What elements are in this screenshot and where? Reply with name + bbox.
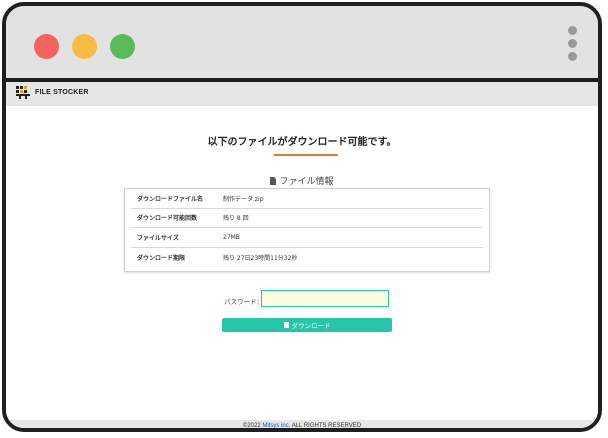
password-label: パスワード： [224, 298, 263, 306]
site-footer: ©2022 Mitsys inc. ALL RIGHTS RESERVED [6, 420, 598, 429]
browser-window: FILE STOCKER 以下のファイルがダウンロード可能です。 ファイル情報 … [2, 2, 602, 432]
kebab-menu-icon[interactable] [568, 26, 578, 64]
minimize-window-button[interactable] [72, 34, 97, 59]
copyright-suffix: ALL RIGHTS RESERVED [290, 423, 362, 429]
section-title: ファイル情報 [6, 174, 598, 187]
info-label: ファイルサイズ [137, 234, 179, 242]
page-title: 以下のファイルがダウンロード可能です。 [207, 137, 397, 148]
file-stocker-logo-icon [16, 86, 30, 99]
maximize-window-button[interactable] [110, 34, 135, 59]
info-row-deadline: ダウンロード期限 残り 27日23時間11分32秒 [131, 248, 483, 268]
info-value: 27MB [223, 233, 240, 241]
info-value: 残り 8 回 [223, 215, 249, 223]
password-input[interactable] [261, 290, 389, 307]
logo-text: FILE STOCKER [35, 89, 89, 96]
site-header: FILE STOCKER [6, 82, 598, 106]
info-label: ダウンロードファイル名 [137, 195, 204, 203]
company-link[interactable]: Mitsys inc. [262, 423, 290, 428]
info-value: 残り 27日23時間11分32秒 [223, 254, 298, 262]
file-info-table: ダウンロードファイル名 制作データ.zip ダウンロード可能回数 残り 8 回 … [124, 188, 490, 272]
download-button[interactable]: ダウンロード [222, 318, 392, 332]
page-viewport: FILE STOCKER 以下のファイルがダウンロード可能です。 ファイル情報 … [6, 82, 598, 429]
copyright-prefix: ©2022 [242, 423, 263, 429]
close-window-button[interactable] [34, 34, 59, 59]
download-button-label: ダウンロード [291, 322, 331, 330]
info-row-filename: ダウンロードファイル名 制作データ.zip [131, 189, 483, 209]
info-label: ダウンロード可能回数 [137, 215, 198, 223]
title-underline [274, 154, 338, 156]
info-row-remaining-count: ダウンロード可能回数 残り 8 回 [131, 209, 483, 228]
info-value: 制作データ.zip [223, 195, 264, 203]
browser-chrome [6, 6, 598, 82]
document-icon [270, 177, 277, 185]
info-label: ダウンロード期限 [137, 254, 186, 262]
download-file-icon [283, 322, 289, 328]
info-row-filesize: ファイルサイズ 27MB [131, 228, 483, 248]
section-title-text: ファイル情報 [279, 177, 334, 187]
site-logo[interactable]: FILE STOCKER [16, 86, 89, 99]
